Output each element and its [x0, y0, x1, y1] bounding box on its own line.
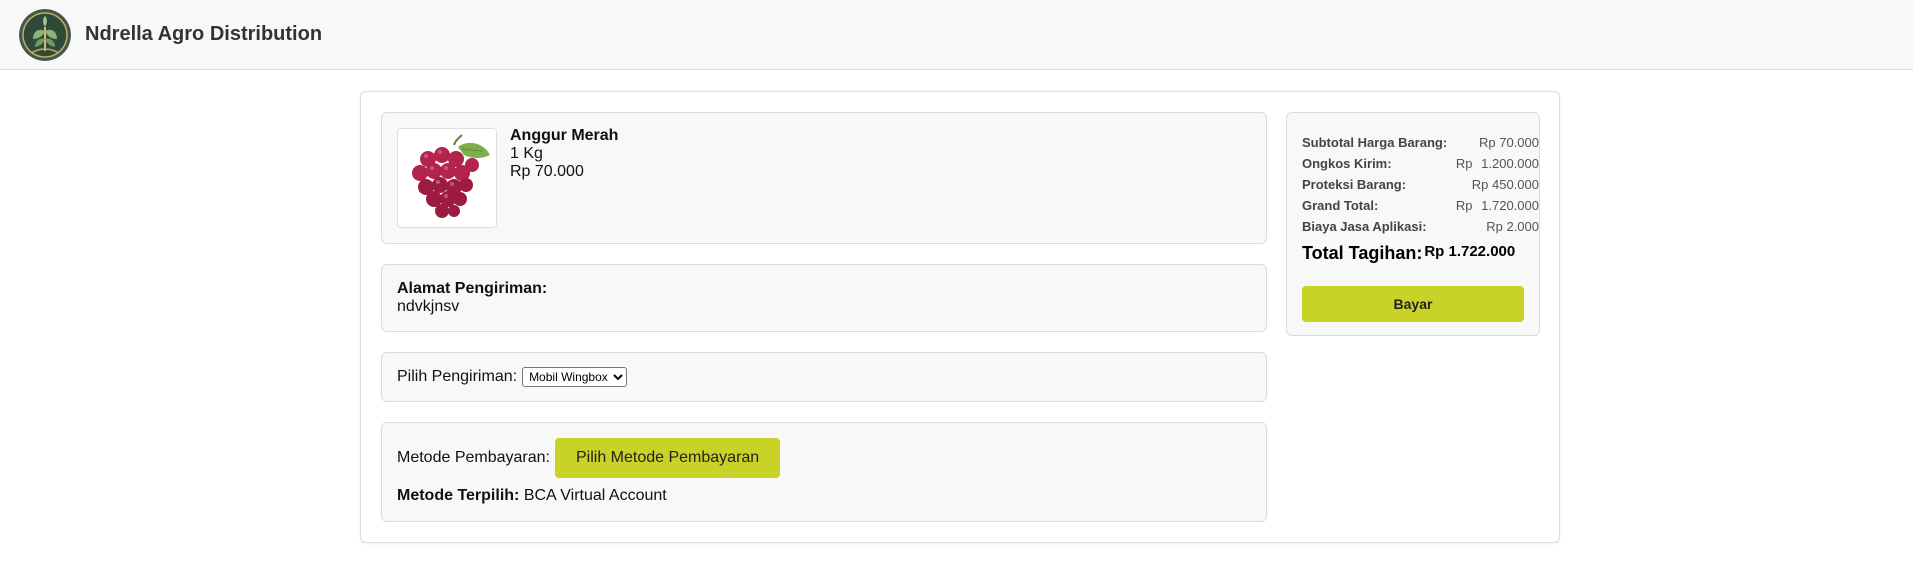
payment-panel: Metode Pembayaran: Pilih Metode Pembayar… [381, 422, 1267, 522]
product-price: Rp 70.000 [510, 163, 584, 180]
address-panel: Alamat Pengiriman: ndvkjnsv [381, 264, 1267, 332]
address-label: Alamat Pengiriman: [397, 280, 548, 297]
red-grapes-image [397, 128, 497, 228]
summary-label: Ongkos Kirim: [1302, 156, 1392, 171]
summary-label: Grand Total: [1302, 198, 1379, 213]
summary-value: Rp 2.000 [1486, 219, 1539, 234]
summary-row-app-fee: Biaya Jasa Aplikasi: Rp 2.000 [1302, 216, 1539, 237]
summary-label: Subtotal Harga Barang: [1302, 135, 1448, 150]
total-bill-label: Total Tagihan: [1302, 243, 1423, 263]
summary-row-shipping-cost: Ongkos Kirim: Rp 1.200.000 [1302, 153, 1539, 174]
summary-value: Rp 70.000 [1479, 135, 1539, 150]
payment-method-label: Metode Pembayaran: [397, 449, 550, 466]
shipping-select[interactable]: Mobil Wingbox [522, 367, 628, 387]
summary-value: 1.200.000 [1481, 156, 1539, 171]
app-title: Ndrella Agro Distribution [85, 23, 323, 45]
product-name: Anggur Merah [510, 127, 619, 144]
checkout-card: Anggur Merah 1 Kg Rp 70.000 Alamat Pengi… [360, 91, 1560, 543]
summary-value: Rp 450.000 [1471, 177, 1539, 192]
selected-payment-value: BCA Virtual Account [523, 487, 667, 504]
total-bill: Total Tagihan: Rp 1.722.000 [1302, 243, 1515, 264]
shipping-panel: Pilih Pengiriman: Mobil Wingbox [381, 352, 1267, 402]
product-quantity: 1 Kg [510, 145, 543, 162]
summary-row-grand-total: Grand Total: Rp 1.720.000 [1302, 195, 1539, 216]
summary-currency: Rp [1455, 156, 1473, 171]
total-bill-value: Rp 1.722.000 [1424, 243, 1516, 260]
summary-table: Subtotal Harga Barang: Rp 70.000 Ongkos … [1302, 132, 1539, 237]
summary-label: Proteksi Barang: [1302, 177, 1407, 192]
product-panel: Anggur Merah 1 Kg Rp 70.000 [381, 112, 1267, 244]
summary-value: 1.720.000 [1481, 198, 1539, 213]
shipping-label: Pilih Pengiriman: [397, 368, 518, 385]
pay-button[interactable]: Bayar [1302, 286, 1524, 322]
leaf-plant-logo-icon [19, 8, 71, 61]
summary-row-protection: Proteksi Barang: Rp 450.000 [1302, 174, 1539, 195]
selected-payment-method: Metode Terpilih: BCA Virtual Account [397, 487, 667, 505]
selected-payment-label: Metode Terpilih: [397, 487, 520, 504]
summary-label: Biaya Jasa Aplikasi: [1302, 219, 1427, 234]
product-info: Anggur Merah 1 Kg Rp 70.000 [510, 127, 618, 181]
order-summary-panel: Subtotal Harga Barang: Rp 70.000 Ongkos … [1286, 112, 1540, 336]
summary-currency: Rp [1455, 198, 1473, 213]
address-value: ndvkjnsv [397, 298, 460, 315]
summary-row-subtotal: Subtotal Harga Barang: Rp 70.000 [1302, 132, 1539, 153]
choose-payment-method-button[interactable]: Pilih Metode Pembayaran [554, 438, 781, 478]
app-header: Ndrella Agro Distribution [0, 0, 1913, 70]
